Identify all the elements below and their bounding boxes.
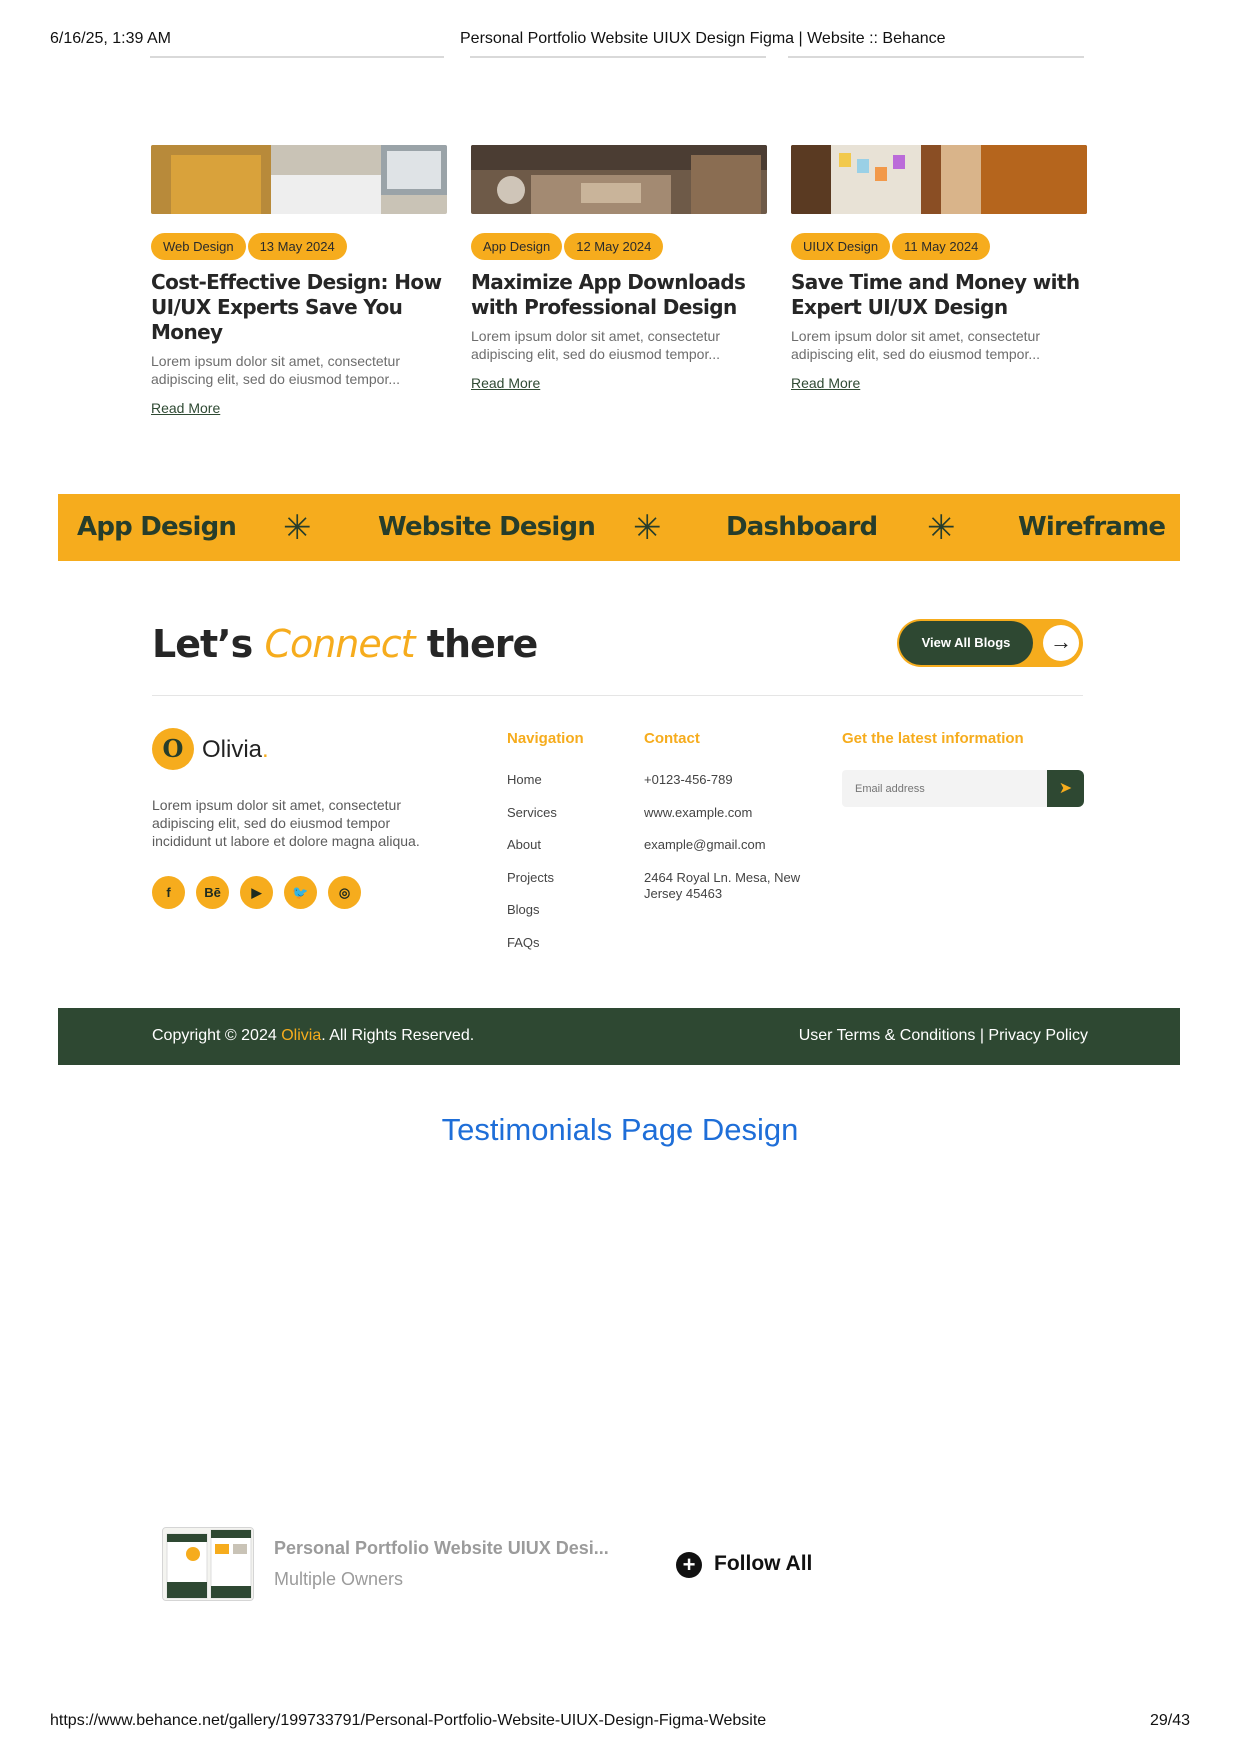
- blog-thumbnail[interactable]: [791, 145, 1087, 214]
- navigation-heading: Navigation: [507, 730, 584, 747]
- services-marquee: App Design ✳ Website Design ✳ Dashboard …: [58, 494, 1180, 561]
- blog-excerpt: Lorem ipsum dolor sit amet, consectetur …: [151, 353, 401, 387]
- contact-website[interactable]: www.example.com: [644, 805, 804, 838]
- heading-accent: Connect: [264, 622, 415, 666]
- marquee-item: Wireframe: [1018, 512, 1166, 542]
- asterisk-icon: ✳: [283, 509, 312, 547]
- contact-heading: Contact: [644, 730, 700, 747]
- nav-link-projects[interactable]: Projects: [507, 870, 557, 903]
- print-url: https://www.behance.net/gallery/19973379…: [50, 1712, 767, 1729]
- copyright-text: Copyright © 2024 Olivia. All Rights Rese…: [152, 1027, 474, 1045]
- category-badge[interactable]: Web Design: [151, 233, 246, 260]
- date-badge: 11 May 2024: [892, 233, 991, 260]
- marquee-item: Website Design: [378, 512, 596, 542]
- follow-all-label[interactable]: Follow All: [714, 1552, 812, 1576]
- asterisk-icon: ✳: [633, 509, 662, 547]
- plus-icon: +: [676, 1552, 702, 1578]
- blog-excerpt: Lorem ipsum dolor sit amet, consectetur …: [791, 328, 1041, 362]
- read-more-link[interactable]: Read More: [151, 400, 220, 416]
- logo-icon: O: [152, 728, 194, 770]
- blog-card[interactable]: UIUX Design 11 May 2024 Save Time and Mo…: [791, 145, 1087, 393]
- category-badge[interactable]: UIUX Design: [791, 233, 891, 260]
- copyright-prefix: Copyright © 2024: [152, 1027, 282, 1044]
- nav-link-services[interactable]: Services: [507, 805, 557, 838]
- connect-heading: Let’s Connect there: [152, 622, 539, 666]
- marquee-item: Dashboard: [726, 512, 878, 542]
- contact-address: 2464 Royal Ln. Mesa, New Jersey 45463: [644, 869, 801, 901]
- footer-navigation: Home Services About Projects Blogs FAQs: [507, 772, 557, 968]
- nav-link-home[interactable]: Home: [507, 772, 557, 805]
- legal-links[interactable]: User Terms & Conditions | Privacy Policy: [799, 1027, 1088, 1045]
- twitter-icon[interactable]: 🐦: [284, 876, 317, 909]
- contact-phone[interactable]: +0123-456-789: [644, 772, 804, 805]
- print-footer: https://www.behance.net/gallery/19973379…: [50, 1712, 1190, 1732]
- arrow-right-icon[interactable]: →: [1043, 625, 1079, 661]
- social-links: f Bē ▶ 🐦 ◎: [152, 876, 361, 909]
- email-field[interactable]: [842, 770, 1048, 807]
- print-header: 6/16/25, 1:39 AM Personal Portfolio Webs…: [50, 30, 1190, 50]
- copyright-bar: Copyright © 2024 Olivia. All Rights Rese…: [58, 1008, 1180, 1065]
- read-more-link[interactable]: Read More: [471, 375, 540, 391]
- newsletter-form: ➤: [842, 770, 1084, 807]
- facebook-icon[interactable]: f: [152, 876, 185, 909]
- heading-text: Let’s: [152, 622, 265, 666]
- blog-grid: Web Design 13 May 2024 Cost-Effective De…: [151, 145, 1087, 416]
- blog-title[interactable]: Cost-Effective Design: How UI/UX Experts…: [151, 270, 447, 345]
- blog-thumbnail[interactable]: [471, 145, 767, 214]
- send-icon[interactable]: ➤: [1047, 770, 1084, 807]
- asterisk-icon: ✳: [927, 509, 956, 547]
- contact-email[interactable]: example@gmail.com: [644, 837, 804, 870]
- blog-title[interactable]: Save Time and Money with Expert UI/UX De…: [791, 270, 1087, 320]
- project-title[interactable]: Personal Portfolio Website UIUX Desi...: [274, 1538, 609, 1559]
- marquee-item: App Design: [77, 512, 237, 542]
- youtube-icon[interactable]: ▶: [240, 876, 273, 909]
- instagram-icon[interactable]: ◎: [328, 876, 361, 909]
- read-more-link[interactable]: Read More: [791, 375, 860, 391]
- divider: [152, 695, 1083, 696]
- cropped-image-edges: [150, 56, 1085, 59]
- brand-dot: .: [262, 736, 269, 763]
- date-badge: 12 May 2024: [564, 233, 664, 260]
- print-title: Personal Portfolio Website UIUX Design F…: [460, 30, 946, 47]
- view-all-blogs-label[interactable]: View All Blogs: [899, 621, 1033, 665]
- date-badge: 13 May 2024: [247, 233, 347, 260]
- brand-name: Olivia.: [202, 736, 269, 764]
- blog-title[interactable]: Maximize App Downloads with Professional…: [471, 270, 767, 320]
- copyright-suffix: . All Rights Reserved.: [321, 1027, 475, 1044]
- view-all-blogs-button[interactable]: View All Blogs →: [897, 619, 1083, 667]
- print-date: 6/16/25, 1:39 AM: [50, 30, 171, 47]
- nav-link-blogs[interactable]: Blogs: [507, 902, 557, 935]
- category-badge[interactable]: App Design: [471, 233, 563, 260]
- footer-contact: +0123-456-789 www.example.com example@gm…: [644, 772, 804, 902]
- blog-thumbnail[interactable]: [151, 145, 447, 214]
- heading-text: there: [414, 622, 539, 666]
- newsletter-heading: Get the latest information: [842, 730, 1024, 747]
- blog-card[interactable]: App Design 12 May 2024 Maximize App Down…: [471, 145, 767, 393]
- behance-icon[interactable]: Bē: [196, 876, 229, 909]
- print-page-number: 29/43: [1149, 1712, 1190, 1729]
- copyright-brand: Olivia: [281, 1027, 322, 1044]
- blog-excerpt: Lorem ipsum dolor sit amet, consectetur …: [471, 328, 721, 362]
- nav-link-about[interactable]: About: [507, 837, 557, 870]
- blog-card[interactable]: Web Design 13 May 2024 Cost-Effective De…: [151, 145, 447, 418]
- project-owners[interactable]: Multiple Owners: [274, 1569, 403, 1590]
- nav-link-faqs[interactable]: FAQs: [507, 935, 557, 968]
- footer-about: Lorem ipsum dolor sit amet, consectetur …: [152, 797, 420, 849]
- project-thumbnail[interactable]: [162, 1527, 254, 1601]
- brand-text: Olivia: [202, 736, 263, 763]
- section-title-link[interactable]: Testimonials Page Design: [0, 1112, 1240, 1148]
